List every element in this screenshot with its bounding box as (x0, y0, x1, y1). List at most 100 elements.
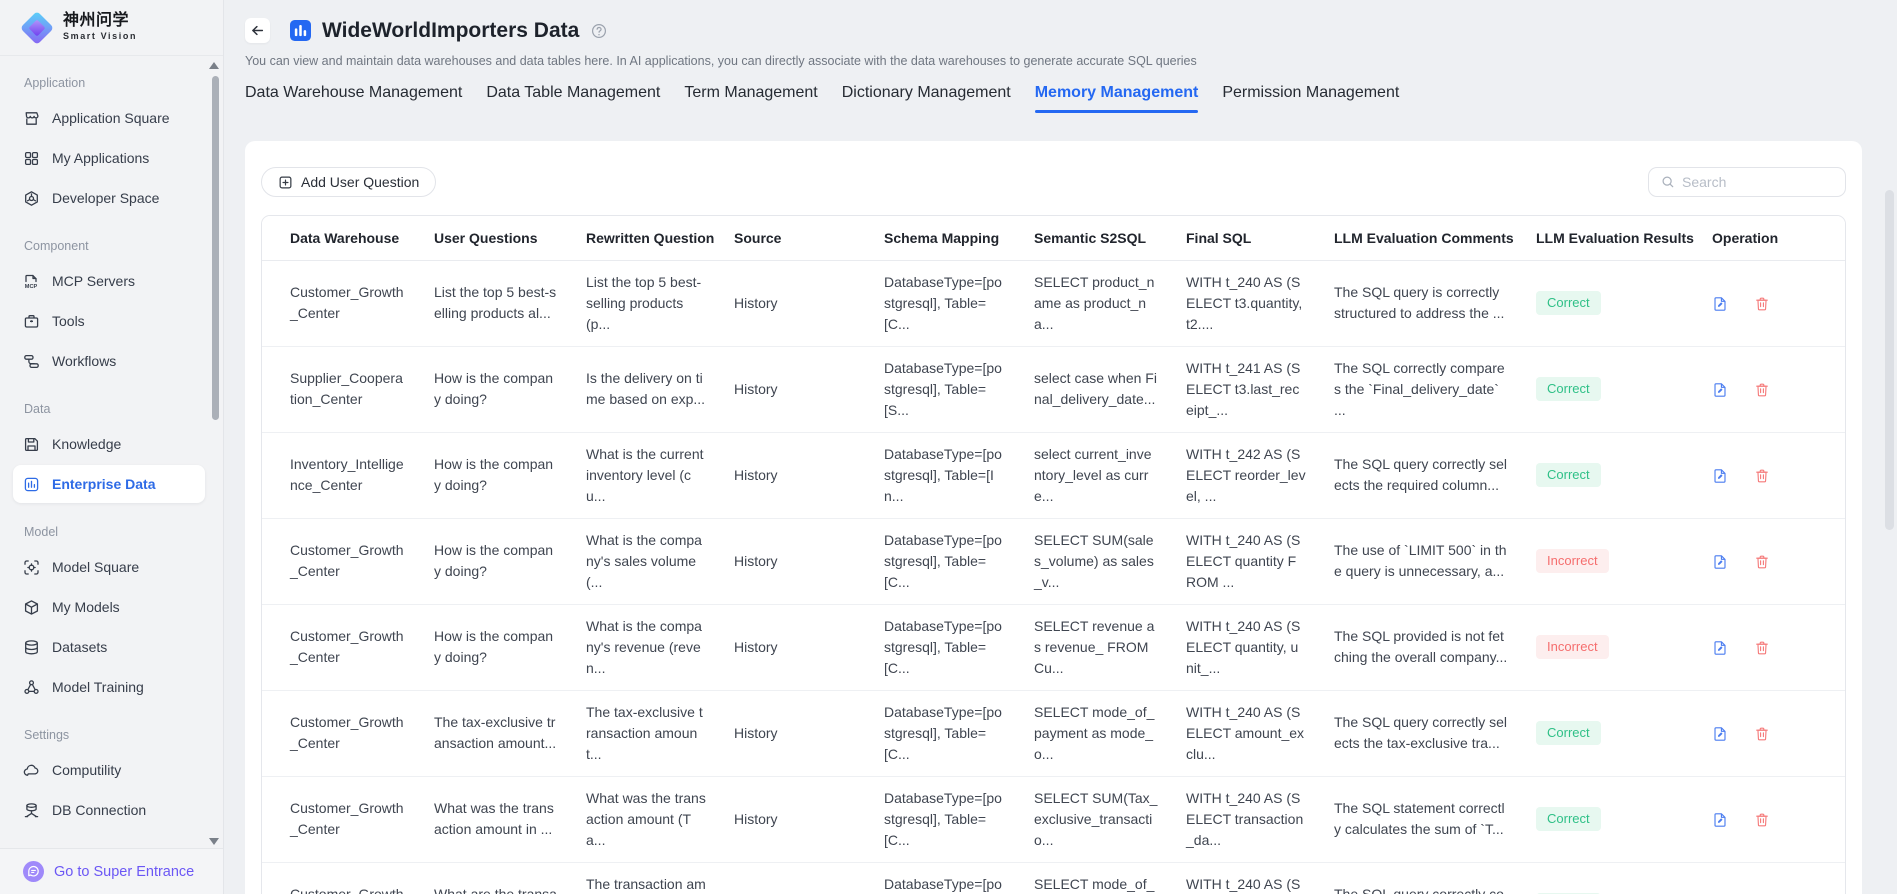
cell-schema: DatabaseType=[postgresql], Table=[S... (870, 346, 1020, 432)
cell-operation (1698, 432, 1845, 518)
sidebar-item-mcp-servers[interactable]: MCPMCP Servers (13, 262, 205, 300)
briefcase-icon (23, 313, 40, 330)
cell-source: History (720, 346, 870, 432)
sidebar-item-label: Datasets (52, 639, 107, 655)
sidebar-item-datasets[interactable]: Datasets (13, 628, 205, 666)
cell-comments: The SQL query correctly selects the requ… (1320, 432, 1522, 518)
cell-result: Correct (1522, 260, 1698, 346)
column-header-semantic-s2sql: Semantic S2SQL (1020, 216, 1172, 260)
sidebar-item-enterprise-data[interactable]: Enterprise Data (13, 465, 205, 503)
cell-semantic: select current_inventory_level as curre.… (1020, 432, 1172, 518)
nav-section-label: Application (24, 76, 205, 90)
cell-operation (1698, 518, 1845, 604)
cell-schema: DatabaseType=[postgresql], Table=[In... (870, 432, 1020, 518)
table-row: Customer_Growth_CenterThe tax-exclusive … (262, 690, 1845, 776)
sidebar-item-my-applications[interactable]: My Applications (13, 139, 205, 177)
sidebar-item-my-models[interactable]: My Models (13, 588, 205, 626)
sidebar-item-model-training[interactable]: Model Training (13, 668, 205, 706)
storefront-icon (23, 110, 40, 127)
evaluation-result-badge: Correct (1536, 377, 1601, 401)
cell-warehouse: Customer_Growth_Center (262, 862, 420, 894)
sidebar-item-computility[interactable]: Computility (13, 751, 205, 789)
cell-rewritten: What is the current inventory level (cu.… (572, 432, 720, 518)
back-button[interactable] (245, 18, 270, 43)
cell-warehouse: Customer_Growth_Center (262, 604, 420, 690)
cell-question: How is the company doing? (420, 432, 572, 518)
tabs: Data Warehouse Management Data Table Mana… (245, 84, 1862, 113)
delete-icon[interactable] (1754, 468, 1770, 484)
page-scrollbar-thumb[interactable] (1885, 190, 1894, 530)
evaluation-result-badge: Incorrect (1536, 549, 1609, 573)
tab-permission-management[interactable]: Permission Management (1222, 84, 1399, 113)
cell-comments: The SQL query correctly selects the tax-… (1320, 690, 1522, 776)
cell-question: What was the transaction amount in ... (420, 776, 572, 862)
sidebar-item-label: Developer Space (52, 190, 159, 206)
tab-dictionary-management[interactable]: Dictionary Management (842, 84, 1011, 113)
column-header-llm-evaluation-results: LLM Evaluation Results (1522, 216, 1698, 260)
cell-final_sql: WITH t_242 AS (SELECT reorder_level, ... (1172, 432, 1320, 518)
delete-icon[interactable] (1754, 640, 1770, 656)
tab-data-warehouse-management[interactable]: Data Warehouse Management (245, 84, 462, 113)
sidebar-item-knowledge[interactable]: Knowledge (13, 425, 205, 463)
edit-icon[interactable] (1712, 554, 1728, 570)
sidebar-item-db-connection[interactable]: DB Connection (13, 791, 205, 829)
cell-warehouse: Customer_Growth_Center (262, 260, 420, 346)
table-row: Customer_Growth_CenterWhat was the trans… (262, 776, 1845, 862)
sidebar-item-label: Computility (52, 762, 121, 778)
column-header-llm-evaluation-comments: LLM Evaluation Comments (1320, 216, 1522, 260)
edit-icon[interactable] (1712, 468, 1728, 484)
sidebar-scrollbar-thumb[interactable] (212, 76, 219, 420)
edit-icon[interactable] (1712, 812, 1728, 828)
cell-final_sql: WITH t_240 AS (SELECT transaction_da... (1172, 776, 1320, 862)
delete-icon[interactable] (1754, 812, 1770, 828)
delete-icon[interactable] (1754, 382, 1770, 398)
cell-schema: DatabaseType=[postgresql], Table=[C... (870, 690, 1020, 776)
cell-operation (1698, 776, 1845, 862)
sidebar-item-workflows[interactable]: Workflows (13, 342, 205, 380)
tab-data-table-management[interactable]: Data Table Management (486, 84, 660, 113)
cell-result: Correct (1522, 776, 1698, 862)
column-header-source: Source (720, 216, 870, 260)
delete-icon[interactable] (1754, 554, 1770, 570)
table-row: Customer_Growth_CenterHow is the company… (262, 604, 1845, 690)
sidebar: 神州问学 Smart Vision ApplicationApplication… (0, 0, 224, 894)
tab-memory-management[interactable]: Memory Management (1035, 84, 1199, 113)
cell-warehouse: Customer_Growth_Center (262, 518, 420, 604)
add-user-question-button[interactable]: Add User Question (261, 167, 436, 197)
chat-entrance-icon (23, 861, 44, 882)
evaluation-result-badge: Incorrect (1536, 635, 1609, 659)
cell-source: History (720, 518, 870, 604)
super-entrance-link[interactable]: Go to Super Entrance (0, 848, 223, 894)
sidebar-item-application-square[interactable]: Application Square (13, 99, 205, 137)
cell-warehouse: Customer_Growth_Center (262, 690, 420, 776)
sidebar-item-tools[interactable]: Tools (13, 302, 205, 340)
column-header-schema-mapping: Schema Mapping (870, 216, 1020, 260)
cloud-icon (23, 762, 40, 779)
cell-rewritten: The transaction amounts (Tax_exclusi... (572, 862, 720, 894)
edit-icon[interactable] (1712, 382, 1728, 398)
edit-icon[interactable] (1712, 296, 1728, 312)
sidebar-scroll-down-icon[interactable] (209, 838, 219, 845)
help-icon[interactable] (591, 23, 607, 39)
sidebar-item-developer-space[interactable]: Developer Space (13, 179, 205, 217)
delete-icon[interactable] (1754, 726, 1770, 742)
plus-square-icon (278, 175, 293, 190)
cell-rewritten: What is the company's revenue (reven... (572, 604, 720, 690)
sidebar-nav: Application Application Square My Applicat… (0, 56, 223, 848)
cell-final_sql: WITH t_240 AS (SELECT amount_exclu... (1172, 690, 1320, 776)
sidebar-item-label: Workflows (52, 353, 116, 369)
edit-icon[interactable] (1712, 726, 1728, 742)
sidebar-item-model-square[interactable]: Model Square (13, 548, 205, 586)
mcp-file-icon: MCP (23, 273, 40, 290)
sidebar-item-label: Application Square (52, 110, 170, 126)
tab-term-management[interactable]: Term Management (684, 84, 817, 113)
edit-icon[interactable] (1712, 640, 1728, 656)
hexagon-dev-icon (23, 190, 40, 207)
evaluation-result-badge: Correct (1536, 807, 1601, 831)
table-row: Customer_Growth_CenterWhat are the trans… (262, 862, 1845, 894)
delete-icon[interactable] (1754, 296, 1770, 312)
sidebar-scroll-up-icon[interactable] (209, 62, 219, 69)
search-input[interactable] (1682, 174, 1833, 190)
cell-final_sql: WITH t_240 AS (SELECT amount_exclu... (1172, 862, 1320, 894)
cell-final_sql: WITH t_240 AS (SELECT quantity FROM ... (1172, 518, 1320, 604)
